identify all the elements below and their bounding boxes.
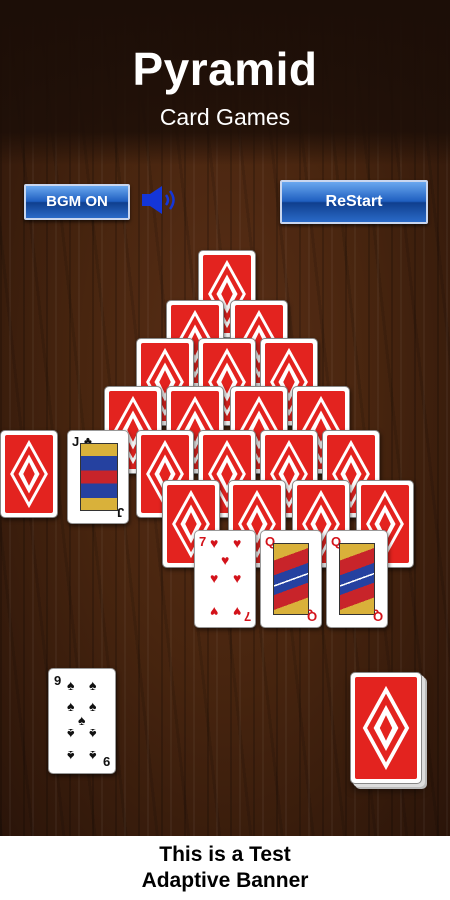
game-table: Pyramid Card Games BGM ON ReStart J ♣ J … bbox=[0, 0, 450, 836]
game-subtitle: Card Games bbox=[159, 104, 291, 130]
waste-card-nine-spades[interactable]: 9 ♠ ♠ ♠ ♠ ♠ ♠ ♠ ♠ ♠ 9 bbox=[48, 668, 116, 774]
restart-button[interactable]: ReStart bbox=[280, 180, 428, 224]
game-title: Pyramid bbox=[132, 43, 318, 95]
pyramid-card-back[interactable] bbox=[0, 430, 58, 518]
card-jack-clubs[interactable]: J ♣ J bbox=[67, 430, 129, 524]
card-queen-hearts[interactable]: Q Q bbox=[260, 530, 322, 628]
ad-banner-text: This is a Test Adaptive Banner bbox=[0, 842, 450, 894]
speaker-on-icon[interactable] bbox=[140, 184, 182, 216]
card-seven-hearts[interactable]: 7 ♥ ♥ ♥ ♥ ♥ ♥ ♥ 7 bbox=[194, 530, 256, 628]
bgm-toggle-button[interactable]: BGM ON bbox=[24, 184, 130, 220]
stock-pile[interactable] bbox=[350, 672, 422, 784]
queen-figure bbox=[273, 543, 309, 615]
ad-banner-line2: Adaptive Banner bbox=[141, 869, 309, 892]
ad-banner-line1: This is a Test bbox=[159, 843, 291, 866]
queen-figure bbox=[339, 543, 375, 615]
card-queen-hearts-2[interactable]: Q Q bbox=[326, 530, 388, 628]
jack-figure bbox=[80, 443, 118, 511]
